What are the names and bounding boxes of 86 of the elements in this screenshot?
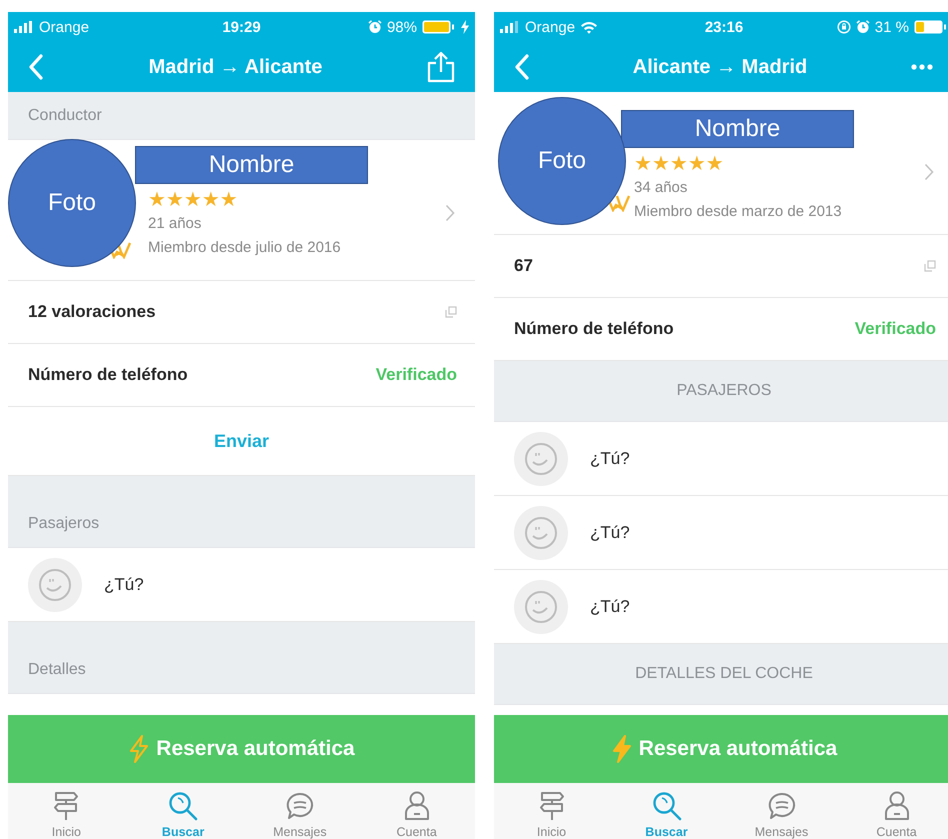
signpost-icon	[538, 791, 566, 821]
star-icon: ★	[202, 190, 220, 210]
chat-bubble-icon	[766, 791, 796, 821]
section-heading: PASAJEROS	[676, 382, 772, 400]
signal-icon	[500, 21, 520, 33]
section-heading: Pasajeros	[28, 515, 100, 533]
rotation-lock-icon	[836, 20, 851, 34]
tab-item[interactable]: Cuenta	[839, 783, 948, 839]
avatar-icon	[514, 506, 568, 560]
carrier-name: Orange	[39, 18, 90, 36]
trip-title: Alicante → Madrid	[632, 56, 808, 78]
info-label: Número de teléfono	[28, 365, 188, 385]
driver-card[interactable]: Nombre ★★★★★ 21 años Miembro desde julio de 2016 Foto	[8, 140, 475, 281]
star-icon: ★	[688, 154, 706, 174]
star-icon: ★	[634, 154, 652, 174]
alarm-icon	[368, 20, 382, 34]
verified-status: Verificado	[376, 365, 457, 385]
send-link[interactable]: Enviar	[214, 430, 270, 452]
driver-age: 34 años	[634, 179, 688, 196]
avatar-icon	[28, 558, 82, 612]
name-placeholder: Nombre	[135, 146, 368, 184]
passenger-name: ¿Tú?	[104, 574, 144, 594]
person-icon	[404, 791, 430, 821]
section-heading: Conductor	[28, 106, 102, 124]
passenger-name: ¿Tú?	[590, 522, 630, 542]
signpost-icon	[52, 791, 80, 821]
clock-time: 19:29	[222, 18, 261, 36]
verified-status: Verificado	[854, 319, 936, 339]
chevron-icon	[445, 204, 455, 222]
info-row[interactable]: 67	[494, 235, 948, 298]
chevron-icon	[924, 163, 934, 181]
photo-placeholder: Foto	[498, 97, 626, 225]
member-since: Miembro desde julio de 2016	[148, 239, 341, 256]
info-row[interactable]: Número de teléfono Verificado	[8, 344, 475, 407]
wifi-icon	[580, 20, 598, 34]
info-label: Número de teléfono	[514, 319, 674, 339]
tab-item[interactable]: Buscar	[124, 783, 242, 839]
section-heading: DETALLES DEL COCHE	[635, 665, 813, 683]
charging-icon	[461, 20, 469, 34]
copy-icon	[445, 306, 457, 318]
back-icon[interactable]	[514, 54, 530, 80]
info-label: 67	[514, 256, 533, 276]
star-icon: ★	[148, 190, 166, 210]
more-icon[interactable]	[910, 63, 934, 71]
carrier-name: Orange	[525, 18, 576, 36]
tab-item[interactable]: Cuenta	[358, 783, 475, 839]
instant-booking-button[interactable]: Reserva automática	[8, 715, 475, 783]
battery-percent: 98%	[386, 18, 417, 36]
tab-item[interactable]: Mensajes	[242, 783, 358, 839]
passenger-name: ¿Tú?	[590, 448, 630, 468]
info-label: 12 valoraciones	[28, 302, 156, 322]
star-icon: ★	[652, 154, 670, 174]
info-row[interactable]: 12 valoraciones	[8, 281, 475, 344]
chat-bubble-icon	[284, 791, 315, 821]
star-icon: ★	[166, 190, 184, 210]
member-since: Miembro desde marzo de 2013	[634, 203, 842, 220]
driver-age: 21 años	[148, 215, 202, 232]
search-icon	[652, 791, 682, 821]
tab-item[interactable]: Inicio	[8, 783, 125, 839]
instant-booking-button[interactable]: Reserva automática	[494, 715, 948, 783]
share-icon[interactable]	[426, 51, 455, 83]
driver-card[interactable]: Nombre ★★★★★ 34 años Miembro desde marzo de 2013 Foto	[494, 92, 948, 235]
passenger-name: ¿Tú?	[590, 596, 630, 616]
name-placeholder: Nombre	[621, 110, 854, 148]
clock-time: 23:16	[704, 18, 744, 36]
signal-icon	[14, 21, 34, 33]
search-icon	[168, 791, 198, 821]
back-icon[interactable]	[28, 54, 44, 80]
tab-item[interactable]: Buscar	[609, 783, 724, 839]
trip-title: Madrid → Alicante	[148, 56, 322, 78]
person-icon	[884, 791, 910, 821]
lightning-icon	[610, 735, 633, 763]
photo-placeholder: Foto	[8, 139, 136, 267]
star-icon: ★	[184, 190, 202, 210]
star-icon: ★	[670, 154, 688, 174]
alarm-icon	[856, 20, 870, 34]
avatar-icon	[514, 580, 568, 634]
tab-item[interactable]: Mensajes	[724, 783, 839, 839]
avatar-icon	[514, 432, 568, 486]
copy-icon	[924, 260, 936, 272]
star-icon: ★	[220, 190, 238, 210]
lightning-icon	[128, 735, 150, 763]
section-heading: Detalles	[28, 661, 86, 679]
battery-percent: 31 %	[874, 18, 909, 36]
tab-item[interactable]: Inicio	[494, 783, 609, 839]
star-icon: ★	[706, 154, 724, 174]
